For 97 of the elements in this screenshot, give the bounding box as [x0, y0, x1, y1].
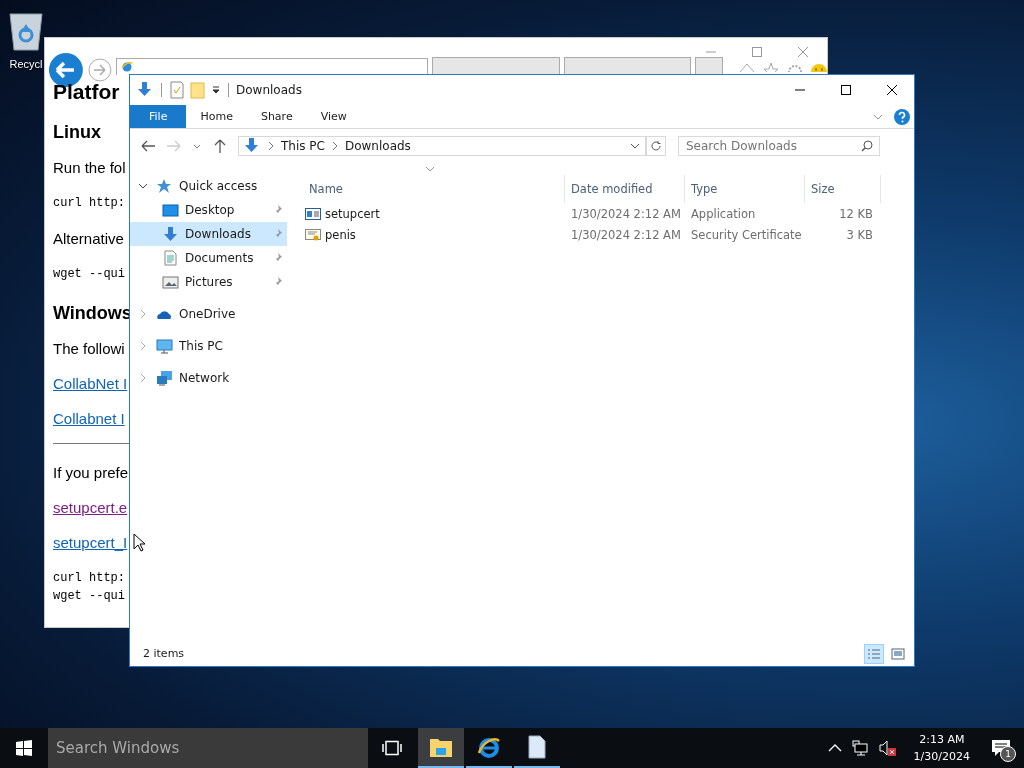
clock[interactable]: 2:13 AM 1/30/2024 [905, 728, 978, 768]
expand-chevron-icon[interactable] [138, 341, 148, 351]
large-icons-icon [891, 647, 905, 660]
document-icon [162, 250, 179, 266]
link[interactable]: Collabnet I [53, 410, 125, 427]
muted-speaker-icon[interactable] [877, 740, 896, 756]
desktop-icon-label[interactable]: Recycl [9, 58, 43, 70]
home-icon[interactable] [739, 62, 755, 72]
refresh-button[interactable] [646, 136, 666, 156]
download-icon [243, 137, 261, 155]
table-cell-text: 12 KB [838, 206, 874, 221]
notification-badge: 1 [1000, 746, 1016, 762]
chevron-icon [267, 141, 275, 151]
details-view-button[interactable] [864, 643, 884, 664]
ribbon-tab[interactable]: Share [246, 105, 307, 128]
ribbon-tab[interactable]: Home [186, 105, 247, 128]
search-icon[interactable] [861, 140, 873, 152]
paragraph: The followi [53, 340, 125, 357]
details-icon [867, 647, 881, 660]
paragraph: If you prefe [53, 464, 129, 481]
file-row[interactable]: setupcert 1/30/2024 2:12 AM Application 12 KB [303, 203, 914, 224]
picture-icon [162, 274, 179, 290]
table-cell-text: Application [690, 206, 757, 221]
gear-icon[interactable] [787, 62, 803, 72]
star-icon[interactable] [763, 62, 779, 72]
file-row[interactable]: penis 1/30/2024 2:12 AM Security Certificate 3 KB [303, 224, 914, 245]
document-icon [528, 735, 546, 759]
nav-item[interactable]: Desktop [130, 198, 287, 222]
link[interactable]: setupcert_I [53, 534, 128, 551]
nav-item[interactable]: Downloads [130, 222, 287, 246]
table-cell-text: 3 KB [845, 227, 874, 242]
help-icon[interactable] [894, 108, 910, 125]
cursor-icon [133, 533, 145, 552]
windows-logo-icon [16, 740, 32, 756]
application-icon [305, 206, 321, 221]
certificate-icon [305, 227, 321, 242]
link[interactable]: CollabNet I [53, 375, 128, 392]
table-cell-text: 1/30/2024 2:12 AM [570, 206, 682, 221]
ribbon-tab[interactable]: File [130, 105, 187, 128]
column-header[interactable]: Name [303, 175, 565, 203]
browser-e-icon [477, 735, 501, 759]
taskbar-app[interactable] [418, 728, 464, 768]
nav-item[interactable]: OneDrive [130, 302, 287, 326]
column-header[interactable]: Size [805, 175, 881, 203]
forward-button[interactable] [87, 58, 112, 82]
network-icon[interactable] [851, 740, 868, 756]
paragraph: Alternative [53, 230, 124, 247]
expand-chevron-icon[interactable] [138, 373, 148, 383]
chevron-up-icon[interactable] [827, 743, 842, 753]
clock-time: 2:13 AM [919, 732, 965, 748]
paragraph: Run the fol [53, 159, 126, 176]
code-line: curl http: [53, 195, 125, 212]
code-line: wget --qui [53, 588, 125, 605]
back-arrow-icon[interactable] [140, 138, 156, 154]
smiley-icon[interactable] [811, 62, 827, 72]
download-icon [162, 226, 179, 242]
computer-icon [156, 338, 173, 354]
nav-item[interactable]: Network [130, 366, 287, 390]
nav-item[interactable]: Pictures [130, 270, 287, 294]
refresh-icon [650, 140, 662, 152]
nav-item[interactable]: Documents [130, 246, 287, 270]
table-cell-text: Security Certificate [690, 227, 803, 242]
nav-item[interactable]: Quick access [130, 174, 287, 198]
nav-item[interactable]: This PC [130, 334, 287, 358]
section-heading: Linux [53, 122, 101, 143]
folder-icon [429, 736, 453, 758]
section-heading: Windows [53, 303, 132, 324]
collapse-chevron-icon[interactable] [138, 181, 148, 191]
breadcrumb[interactable]: Downloads [344, 139, 411, 153]
column-header[interactable]: Date modified [565, 175, 685, 203]
link[interactable]: setupcert.e [53, 499, 128, 516]
code-line: wget --qui [53, 266, 125, 283]
window-title: Downloads [236, 83, 302, 97]
chevron-icon [330, 141, 339, 151]
desktop-icon [162, 202, 179, 218]
file-name: setupcert [325, 206, 380, 221]
breadcrumb[interactable]: This PC [281, 139, 325, 153]
download-icon[interactable] [136, 81, 154, 99]
status-text: 2 items [143, 647, 185, 660]
clock-date: 1/30/2024 [913, 749, 970, 765]
close-icon[interactable] [886, 84, 898, 96]
properties-icon[interactable] [169, 81, 185, 99]
ribbon-tab[interactable]: View [306, 105, 361, 128]
maximize-icon[interactable] [840, 84, 852, 96]
search-field[interactable]: Search Downloads [678, 136, 880, 156]
network-icon [156, 370, 173, 386]
file-name: penis [325, 227, 356, 242]
search-field[interactable]: Search Windows [48, 728, 368, 768]
table-cell-text: 1/30/2024 2:12 AM [570, 227, 682, 242]
page-heading: Platfor [53, 80, 120, 104]
address-field[interactable]: This PC Downloads [238, 136, 646, 156]
up-arrow-icon[interactable] [212, 138, 228, 154]
column-header[interactable]: Type [685, 175, 805, 203]
star-icon [156, 178, 173, 194]
expand-chevron-icon[interactable] [138, 309, 148, 319]
task-view-icon [382, 740, 402, 756]
code-line: curl http: [53, 570, 125, 587]
